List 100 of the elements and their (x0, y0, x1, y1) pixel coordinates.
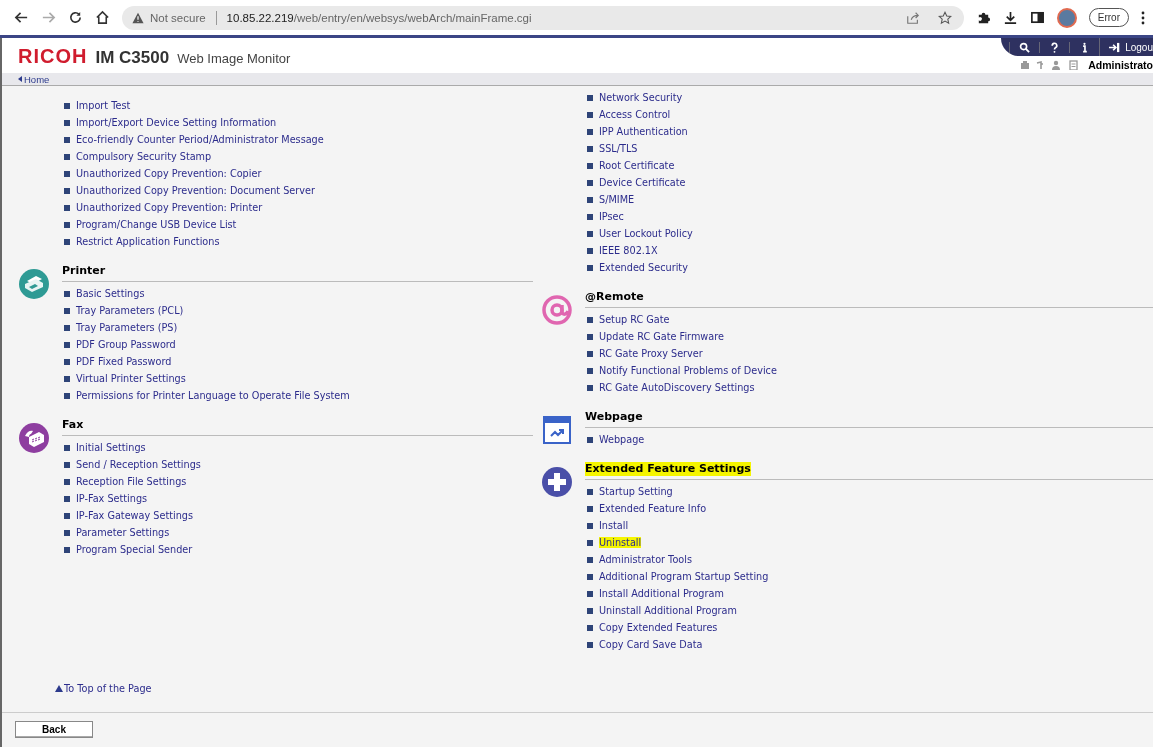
share-icon[interactable] (905, 10, 920, 25)
settings-link[interactable]: Tray Parameters (PCL) (76, 305, 184, 316)
home-icon[interactable] (95, 10, 110, 25)
product-name: Web Image Monitor (177, 51, 291, 66)
settings-link[interactable]: Import/Export Device Setting Information (76, 117, 277, 128)
settings-link[interactable]: Extended Feature Info (599, 503, 707, 514)
back-button[interactable]: Back (15, 721, 93, 738)
settings-link[interactable]: Root Certificate (599, 160, 675, 171)
bullet-icon (587, 196, 593, 203)
star-icon[interactable] (937, 10, 952, 25)
browser-window-icon (541, 414, 573, 446)
settings-link[interactable]: Send / Reception Settings (76, 459, 201, 470)
bullet-icon (587, 607, 593, 614)
settings-link[interactable]: Uninstall (599, 537, 642, 548)
settings-link[interactable]: S/MIME (599, 194, 635, 205)
bullet-icon (587, 436, 593, 443)
bullet-icon (64, 187, 70, 194)
bullet-icon (64, 392, 70, 399)
bullet-icon (64, 204, 70, 211)
settings-link[interactable]: Webpage (599, 434, 645, 445)
fax-icon (18, 422, 50, 454)
bullet-icon (587, 264, 593, 271)
home-link[interactable]: Home (18, 73, 50, 85)
menu-icon[interactable] (1141, 10, 1145, 25)
settings-link[interactable]: Network Security (599, 92, 683, 103)
settings-link[interactable]: Access Control (599, 109, 671, 120)
settings-link[interactable]: Initial Settings (76, 442, 146, 453)
settings-link[interactable]: Restrict Application Functions (76, 236, 220, 247)
settings-link[interactable]: IPsec (599, 211, 624, 222)
settings-link[interactable]: Administrator Tools (599, 554, 692, 565)
plus-icon (541, 466, 573, 498)
settings-link[interactable]: Program Special Sender (76, 544, 193, 555)
section-heading: Webpage (585, 410, 643, 424)
settings-link[interactable]: Copy Extended Features (599, 622, 718, 633)
settings-link[interactable]: Parameter Settings (76, 527, 170, 538)
bullet-icon (587, 367, 593, 374)
settings-link[interactable]: Eco-friendly Counter Period/Administrator Message (76, 134, 324, 145)
bullet-icon (587, 522, 593, 529)
settings-link[interactable]: Uninstall Additional Program (599, 605, 737, 616)
settings-link[interactable]: Update RC Gate Firmware (599, 331, 724, 342)
settings-link[interactable]: Install Additional Program (599, 588, 724, 599)
settings-link[interactable]: IEEE 802.1X (599, 245, 658, 256)
profile-avatar[interactable] (1056, 7, 1077, 28)
bullet-icon (64, 546, 70, 553)
bullet-icon (64, 358, 70, 365)
settings-link[interactable]: PDF Group Password (76, 339, 176, 350)
bullet-icon (587, 145, 593, 152)
settings-link[interactable]: Compulsory Security Stamp (76, 151, 212, 162)
settings-link[interactable]: Unauthorized Copy Prevention: Printer (76, 202, 263, 213)
address-bar[interactable]: Not secure 10.85.22.219/web/entry/en/websys/webArch/mainFrame.cgi (122, 5, 964, 30)
bullet-icon (587, 556, 593, 563)
settings-link[interactable]: Permissions for Printer Language to Operate File System (76, 390, 350, 401)
bullet-icon (587, 624, 593, 631)
download-icon[interactable] (1002, 10, 1018, 25)
settings-link[interactable]: IPP Authentication (599, 126, 688, 137)
settings-link[interactable]: Tray Parameters (PS) (76, 322, 178, 333)
settings-link[interactable]: Import Test (76, 100, 131, 111)
settings-link[interactable]: Extended Security (599, 262, 688, 273)
settings-link[interactable]: Virtual Printer Settings (76, 373, 186, 384)
up-triangle-icon (55, 685, 63, 692)
settings-link[interactable]: Additional Program Startup Setting (599, 571, 769, 582)
settings-link[interactable]: Startup Setting (599, 486, 673, 497)
bullet-icon (64, 529, 70, 536)
settings-link[interactable]: Setup RC Gate (599, 314, 670, 325)
settings-link[interactable]: SSL/TLS (599, 143, 638, 154)
settings-link[interactable]: Copy Card Save Data (599, 639, 703, 650)
settings-link[interactable]: Basic Settings (76, 288, 145, 299)
settings-link[interactable]: Program/Change USB Device List (76, 219, 237, 230)
settings-link[interactable]: Unauthorized Copy Prevention: Copier (76, 168, 262, 179)
settings-link[interactable]: Device Certificate (599, 177, 686, 188)
bullet-icon (587, 111, 593, 118)
settings-link[interactable]: User Lockout Policy (599, 228, 693, 239)
settings-link[interactable]: Unauthorized Copy Prevention: Document Server (76, 185, 315, 196)
logout-icon (1108, 41, 1122, 53)
settings-link[interactable]: IP-Fax Settings (76, 493, 148, 504)
bullet-icon (64, 170, 70, 177)
reload-icon[interactable] (68, 10, 83, 25)
to-top-link[interactable]: To Top of the Page (55, 683, 152, 694)
settings-link[interactable]: IP-Fax Gateway Settings (76, 510, 194, 521)
settings-link[interactable]: RC Gate AutoDiscovery Settings (599, 382, 755, 393)
bullet-icon (64, 238, 70, 245)
settings-link[interactable]: Reception File Settings (76, 476, 187, 487)
settings-link[interactable]: RC Gate Proxy Server (599, 348, 703, 359)
side-panel-icon[interactable] (1029, 10, 1045, 25)
section-heading: @Remote (585, 290, 644, 304)
security-label: Not secure (150, 11, 206, 24)
bullet-icon (64, 341, 70, 348)
bullet-icon (587, 247, 593, 254)
section-heading: Extended Feature Settings (585, 462, 751, 476)
at-sign-icon (541, 294, 573, 326)
bullet-icon (64, 136, 70, 143)
bullet-icon (64, 444, 70, 451)
user-name: Administrato (1088, 58, 1153, 71)
back-icon[interactable] (14, 10, 29, 25)
logout-button[interactable]: Logou (1099, 38, 1153, 56)
settings-link[interactable]: PDF Fixed Password (76, 356, 172, 367)
bullet-icon (587, 505, 593, 512)
settings-link[interactable]: Install (599, 520, 629, 531)
settings-link[interactable]: Notify Functional Problems of Device (599, 365, 777, 376)
bullet-icon (64, 221, 70, 228)
